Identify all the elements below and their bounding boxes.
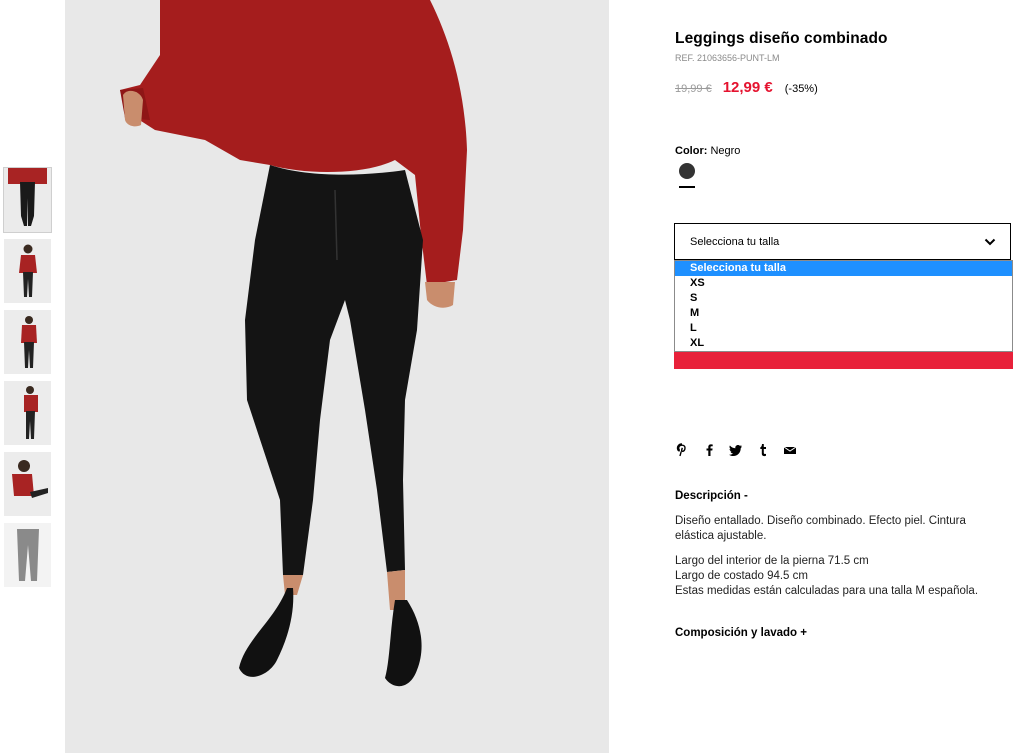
composition-heading[interactable]: Composición y lavado +: [675, 627, 807, 639]
thumbnail-1[interactable]: [3, 167, 52, 233]
color-swatch-negro[interactable]: [679, 163, 695, 179]
pinterest-icon[interactable]: [675, 443, 689, 457]
size-select-value: Selecciona tu talla: [690, 235, 780, 248]
thumbnail-6[interactable]: [4, 523, 51, 587]
product-main-image[interactable]: [65, 0, 609, 753]
price-row: 19,99 € 12,99 € (-35%): [675, 79, 818, 96]
thumbnail-3[interactable]: [4, 310, 51, 374]
share-icons: [675, 443, 797, 457]
size-option-m[interactable]: M: [675, 306, 1012, 321]
size-dropdown-list: Selecciona tu talla XS S M L XL: [674, 260, 1013, 352]
tumblr-icon[interactable]: [756, 443, 770, 457]
size-option-l[interactable]: L: [675, 321, 1012, 336]
swatch-selected-indicator: [679, 186, 695, 188]
product-title: Leggings diseño combinado: [675, 30, 888, 47]
size-option-xs[interactable]: XS: [675, 276, 1012, 291]
size-select[interactable]: Selecciona tu talla: [674, 223, 1011, 260]
size-option-placeholder[interactable]: Selecciona tu talla: [675, 261, 1012, 276]
thumbnail-2[interactable]: [4, 239, 51, 303]
description-heading[interactable]: Descripción -: [675, 490, 748, 502]
discount-badge: (-35%): [784, 83, 818, 95]
product-ref: REF. 21063656-PUNT-LM: [675, 53, 780, 63]
facebook-icon[interactable]: [702, 443, 716, 457]
color-label: Color:: [675, 145, 708, 157]
description-text: Diseño entallado. Diseño combinado. Efec…: [675, 515, 966, 542]
thumbnail-list: [3, 167, 52, 594]
measure-inseam: Largo del interior de la pierna 71.5 cm: [675, 555, 869, 567]
color-label-row: Color: Negro: [675, 145, 740, 157]
mail-icon[interactable]: [783, 443, 797, 457]
old-price: 19,99 €: [675, 83, 712, 95]
thumbnail-4[interactable]: [4, 381, 51, 445]
color-value: Negro: [710, 145, 741, 157]
chevron-down-icon: [984, 236, 996, 251]
measure-note: Estas medidas están calculadas para una …: [675, 585, 979, 597]
twitter-icon[interactable]: [729, 443, 743, 457]
measure-outseam: Largo de costado 94.5 cm: [675, 570, 808, 582]
size-option-s[interactable]: S: [675, 291, 1012, 306]
size-option-xl[interactable]: XL: [675, 336, 1012, 351]
sale-price: 12,99 €: [722, 79, 773, 96]
thumbnail-5[interactable]: [4, 452, 51, 516]
